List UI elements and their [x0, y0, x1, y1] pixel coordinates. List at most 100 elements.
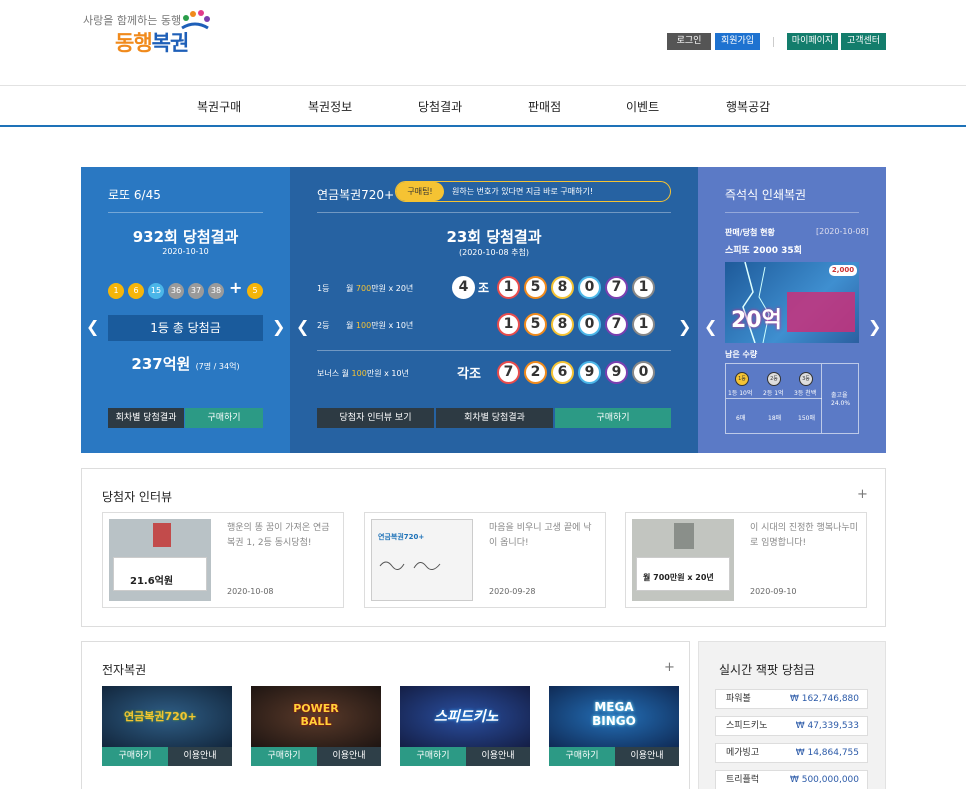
elotto-title[interactable]: 전자복권	[102, 661, 146, 678]
lotto-ball-5: 37	[188, 283, 204, 299]
interview-card-3[interactable]: 월 700만원 x 20년 이 시대의 진정한 행복나누미로 임명합니다! 20…	[625, 512, 867, 608]
lotto-bonus-ball: 5	[247, 283, 263, 299]
lotto-ball-6: 38	[208, 283, 224, 299]
jackpot-row-4-amount: 500,000,000	[801, 775, 859, 785]
elotto-game-1-info-button[interactable]: 이용안내	[168, 747, 232, 766]
pension-second-num-2: 5	[524, 313, 547, 336]
signup-button[interactable]: 회원가입	[715, 33, 760, 50]
won-icon: ₩	[795, 721, 805, 731]
main-nav: 복권구매 복권정보 당첨결과 판매점 이벤트 행복공감	[0, 85, 966, 127]
pension-tip-badge: 구매팁!	[396, 182, 444, 201]
nav-item-stores[interactable]: 판매점	[528, 98, 561, 115]
instant-next-arrow-icon[interactable]: ❯	[868, 317, 881, 336]
lotto-title[interactable]: 로또 6/45	[108, 186, 161, 203]
lotto-next-arrow-icon[interactable]: ❯	[272, 317, 285, 336]
jackpot-row-3[interactable]: 메가빙고 ₩ 14,864,755	[715, 743, 868, 763]
pension-first-num-2: 5	[524, 276, 547, 299]
interview-card-3-photo: 월 700만원 x 20년	[632, 519, 734, 601]
instant-prev-arrow-icon[interactable]: ❮	[704, 317, 717, 336]
pension-bonus-label: 보너스	[317, 369, 340, 378]
pension-first-desc: 월 700만원 x 20년	[346, 283, 413, 294]
pension-bonus-desc-pre: 월	[341, 369, 352, 378]
jackpot-row-4[interactable]: 트리플럭 ₩ 500,000,000	[715, 770, 868, 789]
instant-count1: 6매	[736, 415, 746, 422]
lotto-plus: +	[229, 278, 243, 297]
jackpot-row-4-amount-wrap: ₩ 500,000,000	[790, 771, 859, 789]
pension-history-button[interactable]: 회차별 당첨결과	[436, 408, 553, 428]
interview-card-1[interactable]: 21.6억원 행운의 똥 꿈이 가져온 연금복권 1, 2등 동시당첨! 202…	[102, 512, 344, 608]
elotto-game-2-buy-button[interactable]: 구매하기	[251, 747, 317, 766]
elotto-game-1-name: 연금복권720+	[124, 710, 197, 723]
jackpot-row-4-name: 트리플럭	[726, 775, 760, 785]
nav-item-happy[interactable]: 행복공감	[726, 98, 770, 115]
pension-interview-button[interactable]: 당첨자 인터뷰 보기	[317, 408, 434, 428]
elotto-game-3-name: 스피드키노	[434, 709, 499, 725]
instant-rank1-ball-icon: 1등	[735, 372, 749, 386]
pension-panel: ❮ 연금복권720+ 구매팁! 원하는 번호가 있다면 지금 바로 구매하기! …	[290, 167, 698, 453]
elotto-section: 전자복권 + 연금복권720+ 구매하기 이용안내 POWER BALL 구매하…	[81, 641, 690, 789]
lotto-prev-arrow-icon[interactable]: ❮	[86, 317, 99, 336]
lotto-ball-4: 36	[168, 283, 184, 299]
login-button[interactable]: 로그인	[667, 33, 711, 50]
instant-title[interactable]: 즉석식 인쇄복권	[725, 186, 806, 203]
pension-second-num-5: 7	[605, 313, 628, 336]
jackpot-title: 실시간 잭팟 당첨금	[719, 663, 815, 677]
logo[interactable]: 동행복권	[115, 27, 189, 57]
pension-title[interactable]: 연금복권720+	[317, 186, 394, 203]
support-button[interactable]: 고객센터	[841, 33, 886, 50]
instant-col2: 2등 1억	[763, 390, 784, 397]
pension-buy-button[interactable]: 구매하기	[555, 408, 671, 428]
elotto-game-1-image[interactable]: 연금복권720+	[102, 686, 232, 747]
elotto-game-4-name: MEGA BINGO	[592, 700, 636, 728]
elotto-game-2-image[interactable]: POWER BALL	[251, 686, 381, 747]
nav-item-events[interactable]: 이벤트	[626, 98, 659, 115]
jackpot-row-3-amount-wrap: ₩ 14,864,755	[796, 744, 859, 762]
face-blur-1	[153, 523, 171, 547]
won-icon: ₩	[789, 694, 799, 704]
pension-first-label: 1등	[317, 284, 330, 293]
instant-release-rate: 24.0%	[831, 400, 851, 407]
interview-card-2-text: 마음을 비우니 고생 끝에 낙이 옵니다!	[489, 523, 592, 548]
nav-item-info[interactable]: 복권정보	[308, 98, 352, 115]
pension-first-num-3: 8	[551, 276, 574, 299]
pension-prev-arrow-icon[interactable]: ❮	[296, 317, 309, 336]
elotto-game-4-image[interactable]: MEGA BINGO	[549, 686, 679, 747]
elotto-game-1-buy-button[interactable]: 구매하기	[102, 747, 168, 766]
lotto-ball-1: 1	[108, 283, 124, 299]
elotto-game-3-buy-button[interactable]: 구매하기	[400, 747, 466, 766]
elotto-game-4-buy-button[interactable]: 구매하기	[549, 747, 615, 766]
instant-remain-label: 남은 수량	[725, 350, 758, 359]
lotto-buy-button[interactable]: 구매하기	[185, 408, 263, 428]
page: 사랑을 함께하는 동행 동행복권 로그인 회원가입 마이페이지 고객센터 복권구…	[0, 0, 966, 789]
prize-board-2-text: 연금복권720+	[378, 533, 425, 541]
lotto-history-button[interactable]: 회차별 당첨결과	[108, 408, 184, 428]
interview-title[interactable]: 당첨자 인터뷰	[102, 488, 172, 505]
pension-tip-bar[interactable]: 구매팁! 원하는 번호가 있다면 지금 바로 구매하기!	[395, 181, 671, 202]
signature-icon	[379, 561, 441, 570]
jackpot-row-2[interactable]: 스피드키노 ₩ 47,339,533	[715, 716, 868, 736]
lotto-ball-3: 15	[148, 283, 164, 299]
top-divider	[773, 37, 774, 47]
nav-item-results[interactable]: 당첨결과	[418, 98, 462, 115]
elotto-more-icon[interactable]: +	[664, 660, 675, 675]
prize-board-3-text: 월 700만원 x 20년	[643, 573, 714, 582]
elotto-game-3-info-button[interactable]: 이용안내	[466, 747, 530, 766]
interview-more-icon[interactable]: +	[857, 487, 868, 502]
instant-count2: 18매	[768, 415, 782, 422]
elotto-game-2-info-button[interactable]: 이용안내	[317, 747, 381, 766]
jackpot-row-3-amount: 14,864,755	[807, 748, 859, 758]
pension-next-arrow-icon[interactable]: ❯	[678, 317, 691, 336]
mypage-button[interactable]: 마이페이지	[787, 33, 838, 50]
pension-bonus: 보너스 월 100만원 x 10년	[317, 368, 409, 379]
instant-ticket-image[interactable]: 2,000 20억	[725, 262, 859, 343]
elotto-game-3-image[interactable]: 스피드키노	[400, 686, 530, 747]
instant-game-name[interactable]: 스피또 2000 35회	[725, 243, 802, 256]
jackpot-row-1[interactable]: 파워볼 ₩ 162,746,880	[715, 689, 868, 709]
lotto-round: 932회 당첨결과	[132, 228, 239, 246]
elotto-game-4-info-button[interactable]: 이용안내	[615, 747, 679, 766]
interview-card-2[interactable]: 연금복권720+ 마음을 비우니 고생 끝에 낙이 옵니다! 2020-09-2…	[364, 512, 606, 608]
header-slogan: 사랑을 함께하는 동행	[83, 14, 182, 27]
nav-item-buy[interactable]: 복권구매	[197, 98, 241, 115]
pension-bonus-num-6: 0	[632, 361, 655, 384]
instant-ticket-price: 2,000	[829, 265, 857, 276]
